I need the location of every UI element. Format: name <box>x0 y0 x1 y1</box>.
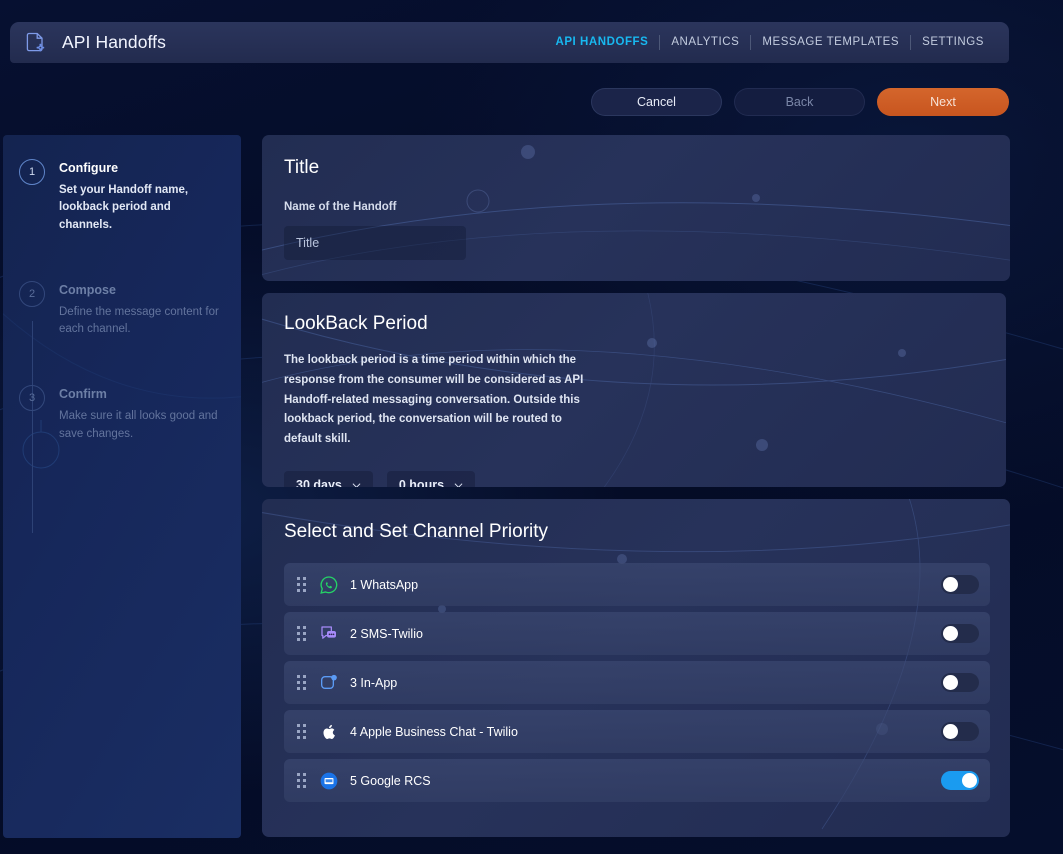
drag-handle-icon[interactable] <box>297 626 306 641</box>
document-gear-icon <box>26 32 45 51</box>
lookback-hours-select[interactable]: 0 hours <box>386 470 476 487</box>
steps-container: 1 Configure Set your Handoff name, lookb… <box>3 135 241 838</box>
channel-toggle-whatsapp[interactable] <box>941 575 979 594</box>
toggle-knob <box>943 626 958 641</box>
channel-row-google-rcs[interactable]: 5 Google RCS <box>284 759 990 802</box>
app-root: API Handoffs API HANDOFFS ANALYTICS MESS… <box>0 0 1063 854</box>
channel-label: 4 Apple Business Chat - Twilio <box>350 724 518 739</box>
toggle-knob <box>962 773 977 788</box>
channel-card-body: Select and Set Channel Priority 1 WhatsA… <box>262 499 1010 822</box>
cancel-button[interactable]: Cancel <box>591 88 722 116</box>
in-app-icon <box>321 674 337 689</box>
drag-handle-icon[interactable] <box>297 724 306 739</box>
step-connector <box>32 427 33 533</box>
lookback-hours-value: 0 hours <box>398 478 445 487</box>
channel-label: 5 Google RCS <box>350 773 431 788</box>
sms-twilio-icon <box>321 625 336 639</box>
drag-handle-icon[interactable] <box>297 773 306 788</box>
step-number-badge: 3 <box>19 385 45 412</box>
toggle-knob <box>943 577 958 592</box>
main-nav: API HANDOFFS ANALYTICS MESSAGE TEMPLATES… <box>544 22 1009 63</box>
lookback-days-value: 30 days <box>296 478 342 487</box>
channel-toggle-google-rcs[interactable] <box>941 771 979 790</box>
title-card-heading: Title <box>284 157 320 178</box>
chevron-down-icon <box>454 483 463 487</box>
channel-row-whatsapp[interactable]: 1 WhatsApp <box>284 563 990 606</box>
page-title: API Handoffs <box>62 32 166 52</box>
sidebar-step-confirm[interactable]: 3 Confirm Make sure it all looks good an… <box>19 385 241 443</box>
drag-handle-icon[interactable] <box>297 675 306 690</box>
step-list: 1 Configure Set your Handoff name, lookb… <box>3 159 241 533</box>
tab-api-handoffs[interactable]: API HANDOFFS <box>544 36 659 49</box>
step-text: Configure Set your Handoff name, lookbac… <box>59 159 221 234</box>
app-header: API Handoffs API HANDOFFS ANALYTICS MESS… <box>10 22 1009 63</box>
channel-toggle-sms-twilio[interactable] <box>941 624 979 643</box>
step-title: Compose <box>59 282 116 297</box>
handoff-name-label: Name of the Handoff <box>284 201 397 213</box>
header-brand: API Handoffs <box>10 31 166 55</box>
step-title: Configure <box>59 161 119 175</box>
step-number-badge: 2 <box>19 280 45 307</box>
whatsapp-icon <box>320 575 338 594</box>
channel-label: 3 In-App <box>350 675 398 690</box>
step-connector <box>32 321 33 427</box>
step-text: Confirm Make sure it all looks good and … <box>59 385 221 443</box>
toggle-knob <box>943 724 958 739</box>
google-rcs-icon <box>320 772 338 789</box>
lookback-days-select[interactable]: 30 days <box>284 470 373 487</box>
channel-list: 1 WhatsApp 2 SMS-Twilio 3 In-App 4 Apple… <box>284 563 990 802</box>
lookback-card: LookBack Period The lookback period is a… <box>262 293 1006 487</box>
step-description: Define the message content for each chan… <box>59 305 219 335</box>
channel-priority-heading: Select and Set Channel Priority <box>284 521 549 542</box>
wizard-sidebar: 1 Configure Set your Handoff name, lookb… <box>3 135 241 838</box>
sidebar-step-configure[interactable]: 1 Configure Set your Handoff name, lookb… <box>19 159 241 234</box>
channel-priority-card: Select and Set Channel Priority 1 WhatsA… <box>262 499 1010 837</box>
channel-label: 2 SMS-Twilio <box>350 626 423 641</box>
sidebar-step-compose[interactable]: 2 Compose Define the message content for… <box>19 280 241 339</box>
lookback-selects: 30 days 0 hours <box>284 470 1006 487</box>
title-card: Title Name of the Handoff <box>262 135 1010 281</box>
lookback-description: The lookback period is a time period wit… <box>284 354 584 446</box>
step-description: Set your Handoff name, lookback period a… <box>59 184 189 231</box>
step-number-badge: 1 <box>19 159 45 185</box>
channel-row-in-app[interactable]: 3 In-App <box>284 661 990 704</box>
chevron-down-icon <box>352 483 361 487</box>
tab-settings[interactable]: SETTINGS <box>911 36 995 49</box>
toggle-knob <box>943 675 958 690</box>
step-title: Confirm <box>59 387 107 402</box>
lookback-card-body: LookBack Period The lookback period is a… <box>262 293 1006 487</box>
channel-toggle-in-app[interactable] <box>941 673 979 692</box>
lookback-heading: LookBack Period <box>284 313 428 334</box>
channel-row-sms-twilio[interactable]: 2 SMS-Twilio <box>284 612 990 655</box>
drag-handle-icon[interactable] <box>297 577 306 592</box>
step-description: Make sure it all looks good and save cha… <box>59 410 218 440</box>
apple-icon <box>323 724 335 739</box>
main-content: Title Name of the Handoff Loo <box>262 135 1010 849</box>
wizard-actions: Cancel Back Next <box>591 88 1009 116</box>
channel-row-apple-business-chat[interactable]: 4 Apple Business Chat - Twilio <box>284 710 990 753</box>
tab-message-templates[interactable]: MESSAGE TEMPLATES <box>751 36 910 49</box>
handoff-name-input[interactable] <box>284 226 466 260</box>
channel-toggle-apple-business-chat[interactable] <box>941 722 979 741</box>
tab-analytics[interactable]: ANALYTICS <box>660 36 750 49</box>
next-button[interactable]: Next <box>877 88 1009 116</box>
back-button[interactable]: Back <box>734 88 865 116</box>
channel-label: 1 WhatsApp <box>350 577 419 592</box>
step-text: Compose Define the message content for e… <box>59 281 221 339</box>
title-card-body: Title Name of the Handoff <box>262 135 1010 260</box>
